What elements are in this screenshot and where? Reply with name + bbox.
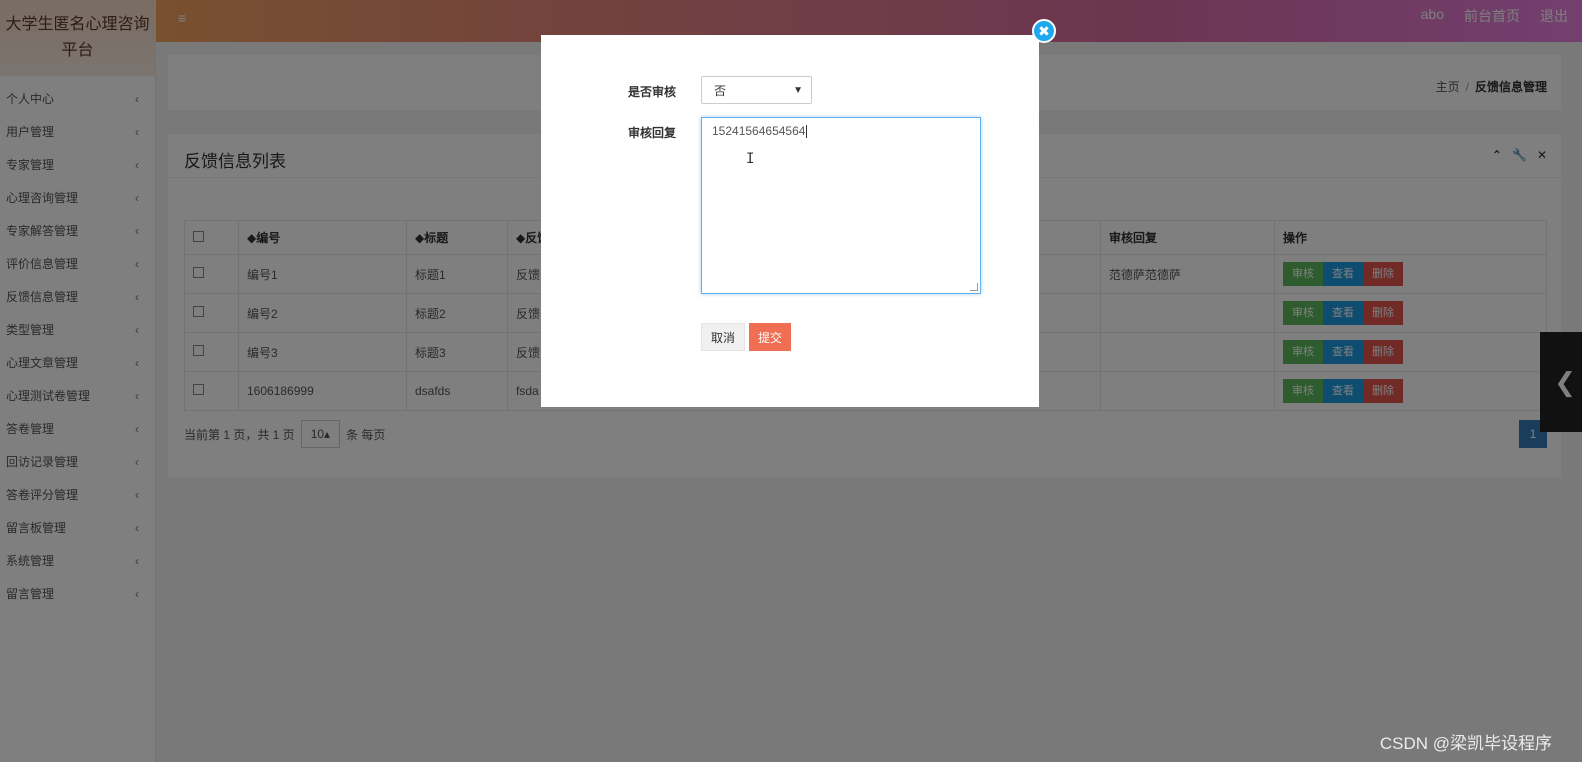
- resize-handle-icon[interactable]: [970, 283, 978, 291]
- text-cursor-icon: I: [746, 151, 755, 167]
- review-status-label: 是否审核: [628, 85, 677, 99]
- review-reply-textarea[interactable]: 15241564654564: [701, 117, 981, 294]
- review-reply-value: 15241564654564: [712, 124, 806, 138]
- review-modal: 是否审核 否 ▼ 审核回复 15241564654564 I 取消 提交: [541, 35, 1039, 407]
- watermark: CSDN @梁凯毕设程序: [1379, 734, 1552, 753]
- review-reply-label: 审核回复: [628, 126, 677, 140]
- text-caret: [806, 125, 808, 139]
- cancel-button[interactable]: 取消: [701, 323, 746, 351]
- close-modal-icon[interactable]: ✖: [1032, 19, 1056, 43]
- review-status-value: 否: [714, 83, 727, 98]
- submit-button[interactable]: 提交: [749, 323, 792, 351]
- review-status-select[interactable]: 否 ▼: [701, 76, 812, 104]
- chevron-down-icon: ▼: [793, 84, 803, 96]
